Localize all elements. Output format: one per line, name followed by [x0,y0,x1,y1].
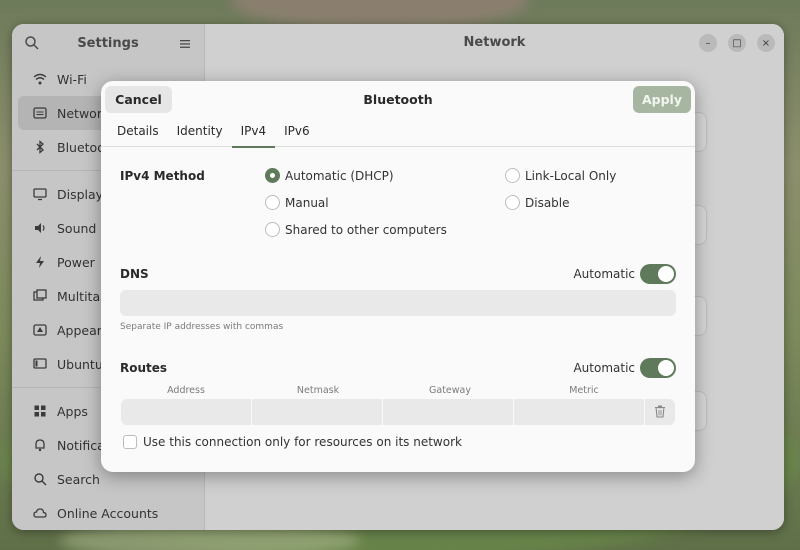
dns-hint: Separate IP addresses with commas [120,322,284,332]
radio-label: Shared to other computers [285,222,447,237]
radio-link-local[interactable]: Link-Local Only [505,168,616,183]
tab-details[interactable]: Details [108,119,168,147]
ipv4-method-label: IPv4 Method [120,169,205,183]
routes-automatic-label: Automatic [573,361,635,375]
radio-button[interactable] [505,168,520,183]
metric-input[interactable] [514,399,645,425]
radio-button[interactable] [265,222,280,237]
toggle-knob [658,360,674,376]
address-input[interactable] [121,399,252,425]
radio-label: Automatic (DHCP) [285,168,394,183]
local-resources-checkbox[interactable] [123,435,137,449]
radio-shared[interactable]: Shared to other computers [265,222,447,237]
radio-label: Manual [285,195,329,210]
column-header-netmask: Netmask [296,385,340,396]
dns-automatic-label: Automatic [573,267,635,281]
route-row [121,399,675,425]
connection-dialog: Cancel Bluetooth Apply Details Identity … [101,81,695,472]
dns-automatic-toggle[interactable] [640,264,676,284]
local-resources-checkbox-row[interactable]: Use this connection only for resources o… [123,435,462,449]
toggle-knob [658,266,674,282]
netmask-input[interactable] [252,399,383,425]
tab-ipv6[interactable]: IPv6 [275,119,319,147]
routes-label: Routes [120,361,168,375]
column-header-address: Address [167,385,205,396]
column-header-gateway: Gateway [429,385,471,396]
tab-ipv4[interactable]: IPv4 [231,119,276,148]
dialog-header: Cancel Bluetooth Apply [101,81,695,119]
trash-icon [654,403,666,422]
dialog-title: Bluetooth [363,92,433,107]
dns-label: DNS [120,267,149,281]
radio-disable[interactable]: Disable [505,195,570,210]
delete-route-button[interactable] [645,399,675,425]
dns-input[interactable] [120,290,676,316]
tab-bar: Details Identity IPv4 IPv6 [101,119,695,148]
apply-button[interactable]: Apply [633,86,691,113]
column-header-metric: Metric [569,385,599,396]
gateway-input[interactable] [383,399,514,425]
radio-automatic-dhcp[interactable]: Automatic (DHCP) [265,168,394,183]
routes-automatic-toggle[interactable] [640,358,676,378]
radio-label: Disable [525,195,570,210]
checkbox-label: Use this connection only for resources o… [143,435,462,449]
radio-manual[interactable]: Manual [265,195,329,210]
radio-button[interactable] [265,195,280,210]
radio-label: Link-Local Only [525,168,617,183]
radio-button[interactable] [505,195,520,210]
tab-identity[interactable]: Identity [168,119,232,147]
radio-button-selected[interactable] [265,168,280,183]
